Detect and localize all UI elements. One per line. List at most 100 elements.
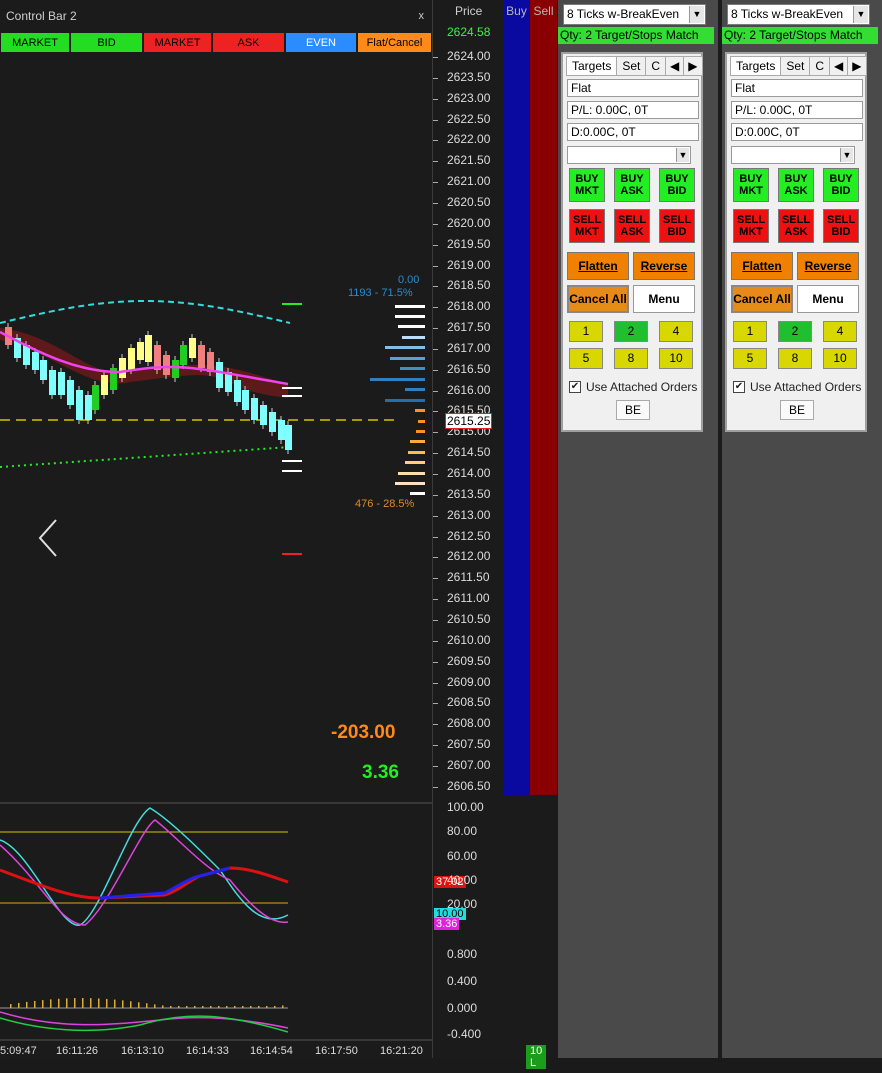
volume-profile-bar bbox=[405, 388, 425, 391]
histogram-bar bbox=[266, 1006, 268, 1008]
candle-body bbox=[76, 390, 83, 420]
daily-pl-field: D:0.00C, 0T bbox=[731, 123, 863, 141]
buy-button-0[interactable]: BUY MKT bbox=[733, 168, 769, 202]
sell-button-label: SELL BID bbox=[662, 214, 692, 238]
qty-button[interactable]: 10 bbox=[823, 348, 857, 369]
qty-button[interactable]: 4 bbox=[659, 321, 693, 342]
histogram-bar bbox=[178, 1006, 180, 1008]
breakeven-button[interactable]: BE bbox=[616, 400, 650, 420]
menu-button[interactable]: Menu bbox=[797, 285, 859, 313]
qty-button[interactable]: 10 bbox=[659, 348, 693, 369]
buy-button-0[interactable]: BUY MKT bbox=[569, 168, 605, 202]
tab-strip: Targets Set C ◀ ▶ bbox=[566, 56, 703, 76]
price-chart[interactable] bbox=[0, 0, 432, 1060]
tab-strip: Targets Set C ◀ ▶ bbox=[730, 56, 867, 76]
candle-body bbox=[260, 405, 267, 425]
buy-button-1[interactable]: BUY ASK bbox=[614, 168, 650, 202]
chevron-right-icon[interactable]: ▶ bbox=[683, 56, 703, 76]
flatten-button[interactable]: Flatten bbox=[731, 252, 793, 280]
histogram-bar bbox=[210, 1006, 212, 1008]
order-marker bbox=[282, 460, 302, 462]
stop-marker bbox=[282, 553, 302, 555]
price-tick: 2620.50 bbox=[447, 194, 491, 209]
use-attached-orders-checkbox[interactable]: ✔ Use Attached Orders bbox=[569, 380, 697, 394]
candle-body bbox=[269, 412, 276, 432]
tab-c[interactable]: C bbox=[645, 56, 667, 76]
tab-set[interactable]: Set bbox=[616, 56, 647, 76]
qty-button[interactable]: 4 bbox=[823, 321, 857, 342]
buy-button-2[interactable]: BUY BID bbox=[659, 168, 695, 202]
sell-button-1[interactable]: SELL ASK bbox=[778, 209, 814, 243]
buy-column[interactable]: Buy bbox=[503, 0, 530, 795]
time-tick: 16:11:26 bbox=[56, 1045, 99, 1057]
candle-body bbox=[278, 420, 285, 440]
qty-button[interactable]: 2 bbox=[778, 321, 812, 342]
price-tick: 2609.00 bbox=[447, 674, 491, 689]
account-select[interactable]: ▼ bbox=[731, 146, 855, 164]
tab-c[interactable]: C bbox=[809, 56, 831, 76]
candle-body bbox=[145, 335, 152, 362]
tab-targets[interactable]: Targets bbox=[730, 56, 782, 76]
qty-button[interactable]: 1 bbox=[733, 321, 767, 342]
time-tick: 16:17:50 bbox=[315, 1045, 358, 1057]
tab-targets[interactable]: Targets bbox=[566, 56, 618, 76]
atm-strategy-select[interactable]: 8 Ticks w-BreakEven ▼ bbox=[727, 4, 870, 25]
oscillator2-tick: -0.400 bbox=[447, 1027, 482, 1041]
candle-body bbox=[49, 370, 56, 395]
breakeven-button[interactable]: BE bbox=[780, 400, 814, 420]
histogram-bar bbox=[74, 998, 76, 1008]
candle-body bbox=[58, 372, 65, 395]
chart-trader-body: Targets Set C ◀ ▶ Flat P/L: 0.00C, 0T D:… bbox=[561, 52, 703, 432]
sell-column[interactable]: Sell bbox=[530, 0, 557, 795]
use-attached-orders-label: Use Attached Orders bbox=[586, 380, 698, 394]
qty-button[interactable]: 5 bbox=[569, 348, 603, 369]
buy-button-1[interactable]: BUY ASK bbox=[778, 168, 814, 202]
reverse-button[interactable]: Reverse bbox=[797, 252, 859, 280]
qty-button[interactable]: 2 bbox=[614, 321, 648, 342]
chart-pane[interactable]: Control Bar 2 x MARKET BID MARKET ASK EVEN Fl… bbox=[0, 0, 432, 1060]
chevron-down-icon[interactable]: ▼ bbox=[689, 6, 704, 23]
chart-trader-panel-1: 8 Ticks w-BreakEven ▼ Qty: 2 Target/Stop… bbox=[558, 0, 718, 1060]
cancel-all-button[interactable]: Cancel All bbox=[567, 285, 629, 313]
chevron-down-icon[interactable]: ▼ bbox=[853, 6, 868, 23]
volume-profile-bar bbox=[385, 399, 425, 402]
histogram-bar bbox=[90, 998, 92, 1008]
qty-button[interactable]: 8 bbox=[778, 348, 812, 369]
buy-button-2[interactable]: BUY BID bbox=[823, 168, 859, 202]
price-tick: 2617.00 bbox=[447, 340, 491, 355]
qty-button[interactable]: 1 bbox=[569, 321, 603, 342]
sell-button-1[interactable]: SELL ASK bbox=[614, 209, 650, 243]
candle-body bbox=[234, 380, 241, 402]
chevron-left-icon[interactable]: ◀ bbox=[665, 56, 685, 76]
flatten-button[interactable]: Flatten bbox=[567, 252, 629, 280]
sell-button-2[interactable]: SELL BID bbox=[659, 209, 695, 243]
cancel-all-button[interactable]: Cancel All bbox=[731, 285, 793, 313]
chevron-right-icon[interactable]: ▶ bbox=[847, 56, 867, 76]
sell-button-label: SELL BID bbox=[826, 214, 856, 238]
buy-button-label: BUY BID bbox=[665, 173, 689, 197]
histogram-bar bbox=[226, 1006, 228, 1008]
sell-button-0[interactable]: SELL MKT bbox=[733, 209, 769, 243]
oscillator2-tick: 0.000 bbox=[447, 1001, 478, 1015]
price-tick: 2613.50 bbox=[447, 486, 491, 501]
checkmark-icon[interactable]: ✔ bbox=[569, 381, 581, 393]
volume-profile-bar bbox=[390, 357, 425, 360]
sell-button-0[interactable]: SELL MKT bbox=[569, 209, 605, 243]
chevron-down-icon[interactable]: ▼ bbox=[676, 148, 689, 162]
account-select[interactable]: ▼ bbox=[567, 146, 691, 164]
volume-profile-bar bbox=[402, 336, 425, 339]
time-tick: 16:13:10 bbox=[121, 1045, 164, 1057]
sell-button-2[interactable]: SELL BID bbox=[823, 209, 859, 243]
chevron-down-icon[interactable]: ▼ bbox=[840, 148, 853, 162]
buy-button-label: BUY ASK bbox=[620, 173, 644, 197]
histogram-bar bbox=[234, 1006, 236, 1008]
menu-button[interactable]: Menu bbox=[633, 285, 695, 313]
qty-button[interactable]: 5 bbox=[733, 348, 767, 369]
checkmark-icon[interactable]: ✔ bbox=[733, 381, 745, 393]
qty-button[interactable]: 8 bbox=[614, 348, 648, 369]
chevron-left-icon[interactable]: ◀ bbox=[829, 56, 849, 76]
reverse-button[interactable]: Reverse bbox=[633, 252, 695, 280]
use-attached-orders-checkbox[interactable]: ✔ Use Attached Orders bbox=[733, 380, 861, 394]
tab-set[interactable]: Set bbox=[780, 56, 811, 76]
atm-strategy-select[interactable]: 8 Ticks w-BreakEven ▼ bbox=[563, 4, 706, 25]
